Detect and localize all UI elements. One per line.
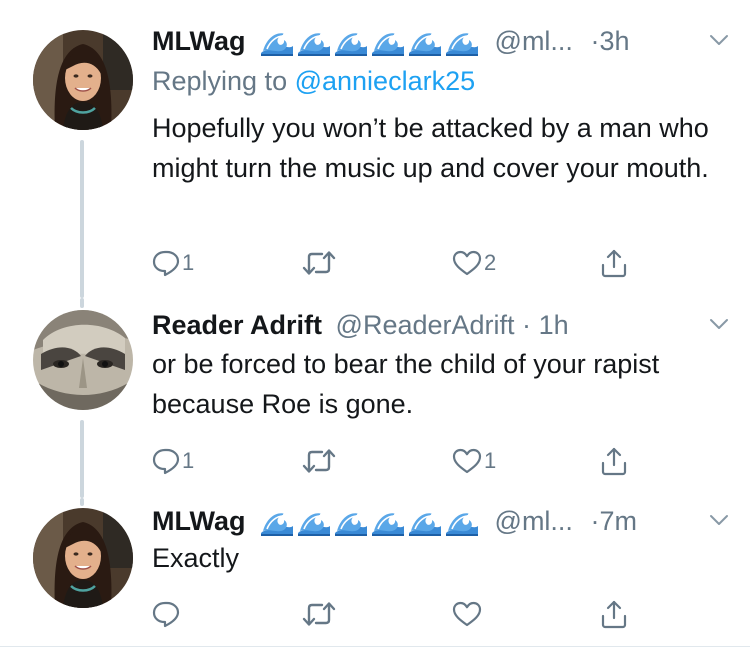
tweet-header: MLWag @ml... ·3h: [152, 24, 732, 58]
tweet-text: Hopefully you won’t be attacked by a man…: [152, 113, 709, 183]
wave-emoji: [407, 29, 443, 57]
timestamp[interactable]: 3h: [599, 26, 629, 56]
timestamp[interactable]: 1h: [539, 310, 569, 340]
replying-to-label: Replying to: [152, 66, 295, 96]
avatar-image: [33, 508, 133, 608]
avatar[interactable]: [33, 310, 133, 410]
wave-emoji: [407, 509, 443, 537]
wave-emoji: [444, 509, 480, 537]
chevron-down-icon[interactable]: [706, 507, 732, 533]
author-handle[interactable]: @ml...: [495, 26, 573, 56]
wave-emoji: [333, 509, 369, 537]
wave-emoji: [296, 29, 332, 57]
share-icon: [600, 599, 628, 629]
wave-emoji: [296, 509, 332, 537]
wave-emoji-badges: [259, 29, 481, 57]
reply-icon: [152, 447, 180, 475]
author-handle[interactable]: @ReaderAdrift: [336, 310, 515, 340]
reply-icon: [152, 249, 180, 277]
tweet-actions: [152, 596, 642, 632]
retweet-button[interactable]: [302, 245, 338, 281]
wave-emoji: [444, 29, 480, 57]
avatar[interactable]: [33, 508, 133, 608]
wave-emoji-badges: [259, 509, 481, 537]
share-icon: [600, 248, 628, 278]
bottom-divider: [0, 646, 750, 647]
reply-count: 1: [182, 448, 195, 473]
share-button[interactable]: [600, 596, 628, 632]
retweet-button[interactable]: [302, 596, 338, 632]
thread-line: [80, 498, 84, 506]
reply-count: 1: [182, 250, 195, 275]
thread-line: [80, 298, 84, 308]
like-button[interactable]: 1: [452, 443, 496, 479]
tweet-text: Exactly: [152, 543, 240, 573]
separator-dot: ·: [522, 310, 532, 340]
tweet-2[interactable]: Reader Adrift @ReaderAdrift · 1h or be f…: [0, 298, 750, 500]
retweet-icon: [302, 447, 336, 475]
wave-emoji: [259, 509, 295, 537]
like-icon: [452, 249, 482, 277]
reply-icon: [152, 600, 180, 628]
share-button[interactable]: [600, 245, 628, 281]
like-count: 2: [484, 250, 497, 275]
timestamp[interactable]: 7m: [599, 506, 637, 536]
wave-emoji: [370, 29, 406, 57]
retweet-button[interactable]: [302, 443, 338, 479]
share-icon: [600, 446, 628, 476]
wave-emoji: [333, 29, 369, 57]
reply-button[interactable]: 1: [152, 245, 194, 281]
author-name[interactable]: MLWag: [152, 506, 246, 536]
like-button[interactable]: 2: [452, 245, 496, 281]
avatar-image: [33, 310, 133, 410]
tweet-header: MLWag @ml... ·7m: [152, 504, 732, 538]
author-name[interactable]: Reader Adrift: [152, 310, 322, 340]
chevron-down-icon[interactable]: [706, 27, 732, 53]
thread-line: [80, 420, 84, 498]
avatar-image: [33, 30, 133, 130]
reply-button[interactable]: 1: [152, 443, 194, 479]
tweet-text: or be forced to bear the child of your r…: [152, 349, 660, 419]
replying-to: Replying to @annieclark25: [152, 64, 475, 98]
tweet-1[interactable]: MLWag @ml... ·3h Replying to @annieclark…: [0, 0, 750, 300]
tweet-actions: 1 1: [152, 443, 642, 479]
like-button[interactable]: [452, 596, 484, 632]
retweet-icon: [302, 249, 336, 277]
reply-button[interactable]: [152, 596, 182, 632]
share-button[interactable]: [600, 443, 628, 479]
like-icon: [452, 600, 482, 628]
author-handle[interactable]: @ml...: [495, 506, 573, 536]
wave-emoji: [370, 509, 406, 537]
like-icon: [452, 447, 482, 475]
tweet-actions: 1 2: [152, 245, 642, 281]
wave-emoji: [259, 29, 295, 57]
chevron-down-icon[interactable]: [706, 311, 732, 337]
avatar[interactable]: [33, 30, 133, 130]
author-name[interactable]: MLWag: [152, 26, 246, 56]
replying-to-mention[interactable]: @annieclark25: [295, 66, 476, 96]
tweet-header: Reader Adrift @ReaderAdrift · 1h: [152, 308, 732, 342]
thread-line: [80, 140, 84, 298]
retweet-icon: [302, 600, 336, 628]
tweet-3[interactable]: MLWag @ml... ·7m Exactly: [0, 498, 750, 651]
like-count: 1: [484, 448, 497, 473]
